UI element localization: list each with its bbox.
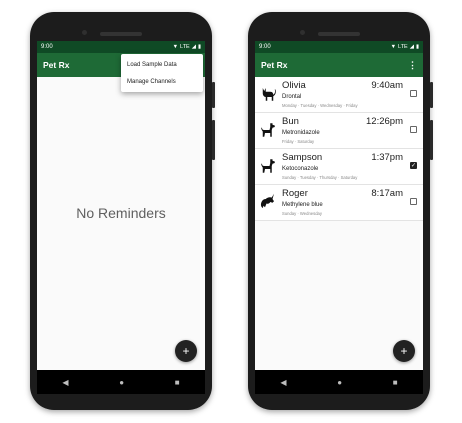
dog-icon [261,123,275,137]
power-button [430,82,433,108]
nav-bar: ◀ ● ■ [37,370,205,394]
reminder-days: Sunday · Tuesday · Thursday · Saturday [282,175,358,180]
home-icon[interactable]: ● [119,378,124,387]
reminder-days: Sunday · Wednesday [282,211,322,216]
recents-icon[interactable]: ■ [175,378,180,387]
unicorn-icon [260,193,274,208]
medication-name: Ketoconazole [282,166,319,172]
back-icon[interactable]: ◀ [280,378,286,387]
menu-item-manage-channels[interactable]: Manage Channels [121,73,203,90]
empty-state-text: No Reminders [76,205,166,221]
volume-button [430,120,433,160]
reminder-time: 12:26pm [366,116,403,127]
wifi-icon: ▼ [390,44,397,50]
reminder-time: 8:17am [371,188,403,199]
home-icon[interactable]: ● [337,378,342,387]
list-item[interactable]: Sampson 1:37pm Ketoconazole Sunday · Tue… [255,149,423,185]
nav-bar: ◀ ● ■ [255,370,423,394]
pet-name: Roger [282,188,308,199]
pet-name: Sampson [282,152,323,163]
overflow-menu: Load Sample Data Manage Channels [121,54,203,92]
left-screen: 9:00 ▼ LTE ◢ ▮ Pet Rx No Reminders + Loa… [37,41,205,394]
signal-icon: ◢ [409,44,414,50]
camera [300,30,305,35]
add-reminder-button[interactable]: + [393,340,415,362]
medication-name: Methylene blue [282,202,323,208]
right-screen: 9:00 ▼ LTE ◢ ▮ Pet Rx ⋮ Olivia 9:40am Dr… [255,41,423,394]
reminder-time: 9:40am [371,80,403,91]
status-bar: 9:00 ▼ LTE ◢ ▮ [255,41,423,53]
reminder-days: Monday · Tuesday · Wednesday · Friday [282,103,358,108]
pet-name: Olivia [282,80,306,91]
done-checkbox[interactable] [410,126,417,133]
signal-icon: ◢ [191,44,196,50]
list-item[interactable]: Olivia 9:40am Drontal Monday · Tuesday ·… [255,77,423,113]
app-title: Pet Rx [261,60,288,70]
app-bar: Pet Rx ⋮ [255,53,423,77]
pet-name: Bun [282,116,299,127]
battery-icon: ▮ [415,44,419,50]
reminder-time: 1:37pm [371,152,403,163]
dog-icon [261,159,275,173]
power-button [212,82,215,108]
camera [82,30,87,35]
status-bar: 9:00 ▼ LTE ◢ ▮ [37,41,205,53]
left-phone-frame: 9:00 ▼ LTE ◢ ▮ Pet Rx No Reminders + Loa… [30,12,215,410]
network-label: LTE [180,44,190,50]
battery-icon: ▮ [197,44,201,50]
overflow-menu-icon[interactable]: ⋮ [408,60,417,71]
reminder-days: Friday · Saturday [282,139,315,144]
status-icons: ▼ LTE ◢ ▮ [391,44,419,50]
add-reminder-button[interactable]: + [175,340,197,362]
network-label: LTE [398,44,408,50]
status-time: 9:00 [259,44,271,50]
cat-icon [262,88,276,101]
status-icons: ▼ LTE ◢ ▮ [173,44,201,50]
done-checkbox-checked[interactable]: ✓ [410,162,417,169]
recents-icon[interactable]: ■ [393,378,398,387]
list-item[interactable]: Roger 8:17am Methylene blue Sunday · Wed… [255,185,423,221]
app-title: Pet Rx [43,60,70,70]
medication-name: Drontal [282,94,302,100]
wifi-icon: ▼ [172,44,179,50]
right-phone-frame: 9:00 ▼ LTE ◢ ▮ Pet Rx ⋮ Olivia 9:40am Dr… [248,12,433,410]
reminder-list-empty: No Reminders + [37,77,205,370]
back-icon[interactable]: ◀ [62,378,68,387]
done-checkbox[interactable] [410,198,417,205]
speaker [318,32,360,36]
reminder-list: Olivia 9:40am Drontal Monday · Tuesday ·… [255,77,423,370]
menu-item-load-sample-data[interactable]: Load Sample Data [121,56,203,73]
medication-name: Metronidazole [282,130,320,136]
status-time: 9:00 [41,44,53,50]
volume-button [212,120,215,160]
list-item[interactable]: Bun 12:26pm Metronidazole Friday · Satur… [255,113,423,149]
speaker [100,32,142,36]
done-checkbox[interactable] [410,90,417,97]
